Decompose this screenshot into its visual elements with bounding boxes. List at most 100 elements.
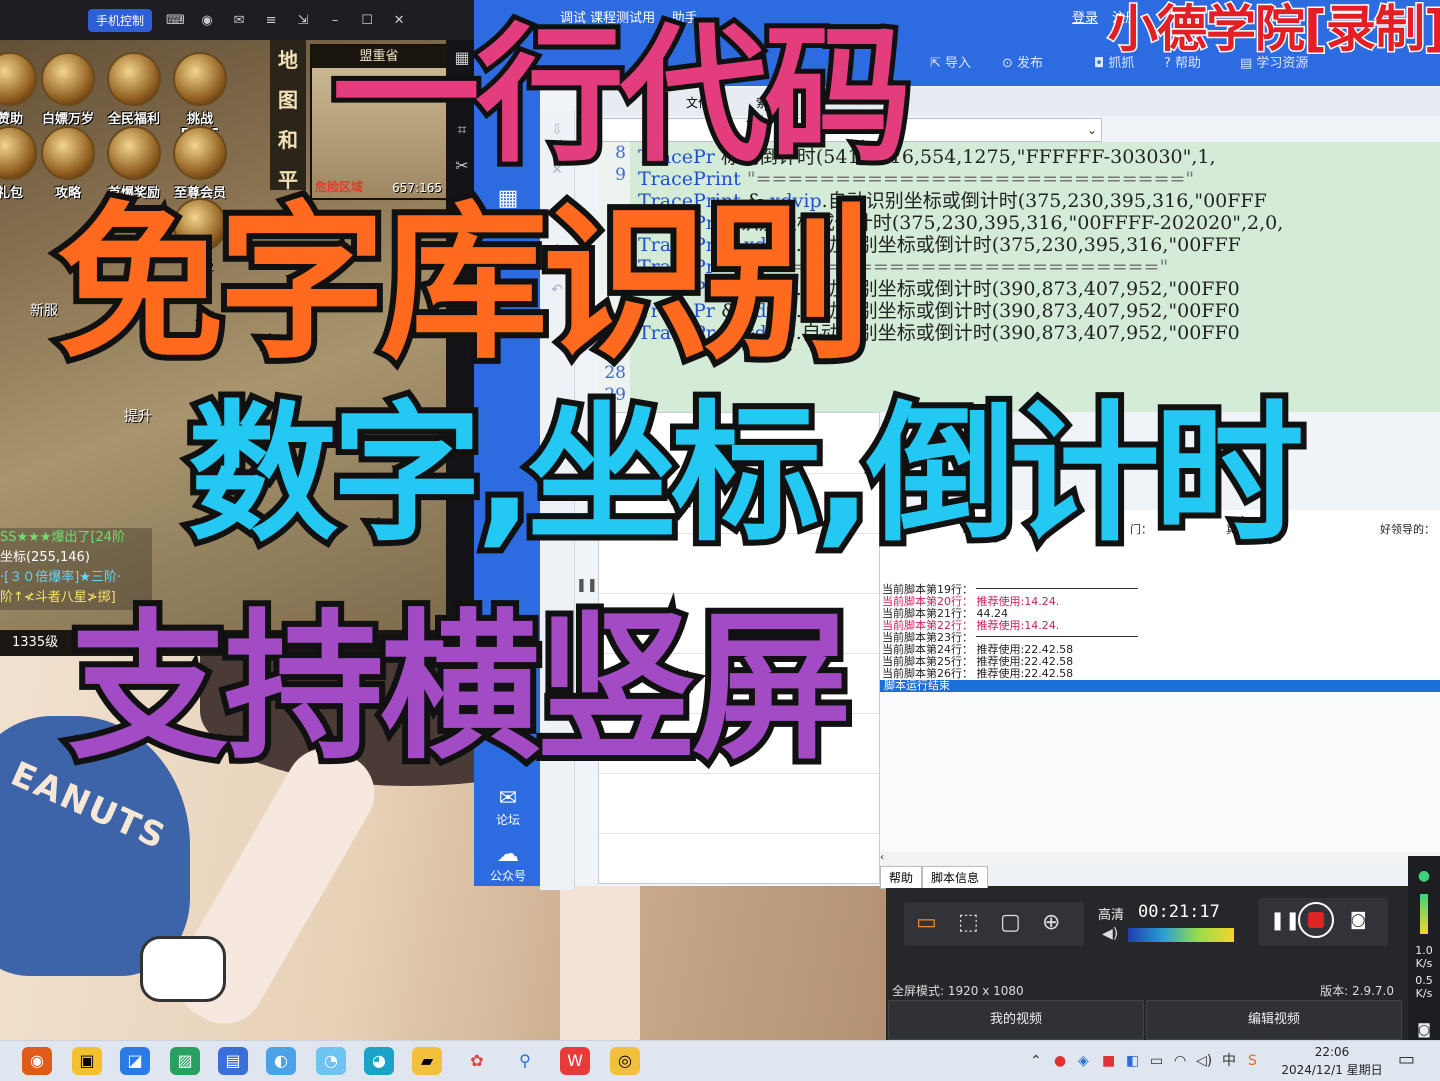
game-icon-label: 赞助 bbox=[0, 112, 23, 127]
menu-icon[interactable]: ≡ bbox=[262, 13, 280, 28]
upload-speed: 1.0 K/s bbox=[1415, 944, 1433, 970]
record-controls: ❚❚ ◙ bbox=[1258, 898, 1388, 946]
phone-control-button[interactable]: 手机控制 bbox=[88, 8, 153, 32]
import-button[interactable]: ⇱ 导入 bbox=[930, 52, 971, 71]
pause-icon[interactable]: ❚❚ bbox=[1270, 910, 1300, 931]
brand-watermark: 小德学院[录制] bbox=[1107, 0, 1440, 58]
chat-line: ·[３０倍爆率]★三阶· bbox=[0, 570, 122, 585]
edge-icon[interactable]: ◕ bbox=[364, 1047, 394, 1075]
tray-app3-icon[interactable]: ◧ bbox=[1126, 1041, 1139, 1081]
taskbar: ◉ ▣ ◪ ▨ ▤ ◐ ◔ ◕ ▰ ✿ ⚲ W ◎ ⌃ ● ◈ ■ ◧ ▭ ◠ … bbox=[0, 1040, 1440, 1081]
mail-icon[interactable]: ✉ bbox=[230, 13, 248, 28]
game-icon-label: 礼包 bbox=[0, 186, 23, 201]
window-icon[interactable]: ▢ bbox=[1000, 910, 1021, 935]
download-speed: 0.5 K/s bbox=[1415, 974, 1433, 1000]
app-remote-icon[interactable]: ◔ bbox=[316, 1047, 346, 1075]
battery-icon[interactable]: ▭ bbox=[1150, 1041, 1163, 1081]
speed-bar bbox=[1420, 894, 1428, 934]
overlay-title-line2: 免字库识别 bbox=[50, 186, 878, 382]
help-label: 帮助 bbox=[1175, 56, 1202, 71]
game-icon-welfare[interactable]: 全民福利 bbox=[102, 52, 166, 127]
app-browser-icon[interactable]: ◐ bbox=[266, 1047, 296, 1075]
forum-icon: ✉ bbox=[498, 786, 518, 811]
map-side-char: 和 bbox=[278, 128, 298, 152]
ime-indicator[interactable]: 中 bbox=[1222, 1041, 1236, 1081]
resources-label: 学习资源 bbox=[1256, 56, 1309, 71]
game-icon-label: 白嫖万岁 bbox=[41, 112, 94, 127]
chevron-down-icon: ⌄ bbox=[1086, 123, 1097, 137]
app-chart-icon[interactable]: ◪ bbox=[120, 1047, 150, 1075]
wechat-icon: ☁ bbox=[497, 842, 519, 867]
app-game-icon[interactable]: ◉ bbox=[22, 1047, 52, 1075]
record-timer: 00:21:17 bbox=[1138, 902, 1220, 922]
chat-line: 坐标(255,146) bbox=[0, 550, 90, 565]
volume-icon[interactable]: ◁) bbox=[1196, 1041, 1212, 1081]
camera-icon[interactable]: ◙ bbox=[1350, 910, 1367, 930]
shield-icon[interactable]: ◈ bbox=[1078, 1041, 1089, 1081]
nav-wechat[interactable]: ☁ 公众号 bbox=[476, 842, 540, 884]
overlay-title-line4: 支持横竖屏 bbox=[62, 594, 858, 781]
edit-video-button[interactable]: 编辑视频 bbox=[1146, 1000, 1402, 1040]
app-ide-icon[interactable]: ▤ bbox=[218, 1047, 248, 1075]
my-videos-button[interactable]: 我的视频 bbox=[888, 1000, 1144, 1040]
overlay-title-line1: 一行代码 bbox=[327, 10, 917, 182]
sogou-icon[interactable]: S bbox=[1248, 1041, 1257, 1081]
app-image-icon[interactable]: ▨ bbox=[170, 1047, 200, 1075]
clock-date: 2024/12/1 星期日 bbox=[1281, 1063, 1383, 1077]
nav-forum-label: 论坛 bbox=[495, 813, 520, 827]
promote-button[interactable]: 提升 bbox=[124, 406, 152, 426]
chat-line: SS★★★爆出了[24阶 bbox=[0, 530, 126, 545]
tray-app-icon[interactable]: ● bbox=[1054, 1041, 1066, 1081]
tray-app2-icon[interactable]: ■ bbox=[1102, 1041, 1115, 1081]
app-notes-icon[interactable]: ▣ bbox=[72, 1047, 102, 1075]
quality-label[interactable]: 高清 bbox=[1098, 904, 1124, 923]
app-chat-icon[interactable]: ◎ bbox=[610, 1047, 640, 1075]
nav-forum[interactable]: ✉ 论坛 bbox=[476, 786, 540, 828]
screen-recorder-panel: ▭ ⬚ ▢ ⊕ 高清 00:21:17 ◀) ❚❚ ◙ 全屏模式: 1920 x… bbox=[886, 888, 1408, 1040]
player-level: 1335级 bbox=[12, 635, 59, 650]
new-server-label[interactable]: 新服 bbox=[30, 300, 58, 320]
speaker-icon[interactable]: ◀) bbox=[1102, 926, 1118, 942]
publish-label: 发布 bbox=[1017, 56, 1044, 71]
notification-icon[interactable]: ▭ bbox=[1398, 1049, 1415, 1070]
record-mode-group: ▭ ⬚ ▢ ⊕ bbox=[904, 902, 1084, 946]
publish-button[interactable]: ⊙ 发布 bbox=[1002, 52, 1043, 71]
log-separator bbox=[976, 588, 1138, 589]
log-line: 好领导的： bbox=[1380, 523, 1435, 536]
bottom-tabs: 帮助 脚本信息 bbox=[880, 866, 1440, 889]
gamepad-icon[interactable]: ⊕ bbox=[1042, 910, 1060, 935]
game-icon-freeplay[interactable]: 白嫖万岁 bbox=[36, 52, 100, 127]
volume-meter bbox=[1128, 928, 1234, 942]
map-side-char: 地 bbox=[278, 48, 298, 72]
popout-icon[interactable]: ⇲ bbox=[294, 13, 312, 28]
wps-icon[interactable]: W bbox=[560, 1047, 590, 1075]
wifi-icon[interactable]: ◠ bbox=[1174, 1041, 1186, 1081]
game-icon-label: 全民福利 bbox=[107, 112, 160, 127]
stop-icon bbox=[1308, 912, 1324, 928]
stop-record-button[interactable] bbox=[1298, 902, 1334, 938]
map-side-buttons[interactable]: 地 图 和 平 bbox=[270, 40, 306, 192]
grid-line bbox=[599, 833, 879, 834]
capture-label: 抓抓 bbox=[1108, 56, 1135, 71]
shoe-shape bbox=[140, 936, 226, 1002]
tab-script-info[interactable]: 脚本信息 bbox=[922, 866, 989, 889]
clock[interactable]: 22:06 2024/12/1 星期日 bbox=[1280, 1043, 1384, 1079]
nav-wechat-label: 公众号 bbox=[489, 869, 526, 883]
network-speed-widget: ● 1.0 K/s 0.5 K/s ◙ bbox=[1408, 856, 1440, 1042]
user-icon[interactable]: ◉ bbox=[198, 13, 216, 28]
fullscreen-mode: 全屏模式: 1920 x 1080 bbox=[892, 984, 1024, 998]
clock-time: 22:06 bbox=[1314, 1045, 1350, 1059]
search-icon[interactable]: ⚲ bbox=[510, 1047, 540, 1075]
camera-icon[interactable]: ◙ bbox=[1408, 1022, 1440, 1038]
horizontal-scrollbar[interactable]: ‹ bbox=[880, 852, 1440, 866]
map-side-char: 图 bbox=[278, 88, 298, 112]
region-icon[interactable]: ⬚ bbox=[958, 910, 979, 935]
gamepad-icon[interactable]: ⌨ bbox=[166, 13, 185, 28]
login-link[interactable]: 登录 bbox=[1072, 0, 1098, 38]
monitor-icon[interactable]: ▭ bbox=[916, 910, 937, 935]
chevron-up-icon[interactable]: ⌃ bbox=[1030, 1041, 1042, 1081]
version-label: 版本: 2.9.7.0 bbox=[1320, 984, 1394, 998]
folder-icon[interactable]: ▰ bbox=[412, 1047, 442, 1075]
app-flower-icon[interactable]: ✿ bbox=[462, 1047, 492, 1075]
tab-help[interactable]: 帮助 bbox=[880, 866, 923, 889]
